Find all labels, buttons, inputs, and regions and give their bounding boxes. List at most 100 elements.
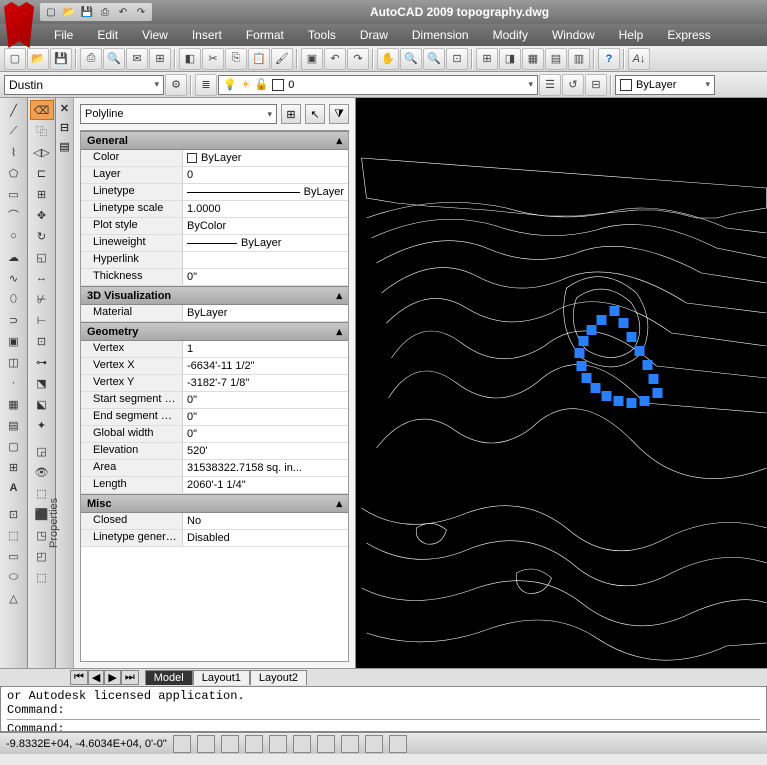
prop-closed-value[interactable]: No xyxy=(183,513,348,529)
layer-combo[interactable]: 💡 ☀ 🔓 0 xyxy=(218,75,538,95)
grid-toggle[interactable] xyxy=(197,735,215,753)
command-line[interactable]: or Autodesk licensed application. Comman… xyxy=(0,686,767,732)
prop-linetype-value[interactable]: ByLayer xyxy=(183,184,348,200)
pline-tool[interactable]: ⌇ xyxy=(2,142,26,162)
new-icon[interactable]: ▢ xyxy=(43,4,59,20)
save-button[interactable]: 💾 xyxy=(50,48,72,70)
menu-draw[interactable]: Draw xyxy=(348,26,400,44)
lwt-toggle[interactable] xyxy=(365,735,383,753)
ellipse-tool[interactable]: ⬯ xyxy=(2,289,26,309)
otrack-toggle[interactable] xyxy=(293,735,311,753)
extend-tool[interactable]: ⊢ xyxy=(30,310,54,330)
xline-tool[interactable]: ⟋ xyxy=(2,121,26,141)
menu-insert[interactable]: Insert xyxy=(180,26,234,44)
chamfer-tool[interactable]: ⬔ xyxy=(30,373,54,393)
print-button[interactable]: ⎙ xyxy=(80,48,102,70)
prop-color-value[interactable]: ByLayer xyxy=(183,150,348,166)
tab-nav-first[interactable]: ⏮ xyxy=(70,670,88,685)
menu-view[interactable]: View xyxy=(130,26,180,44)
toggle-pickadd-icon[interactable]: ⊞ xyxy=(281,104,301,124)
properties-menu-icon[interactable]: ▤ xyxy=(59,140,69,153)
prop-vertexy-value[interactable]: -3182'-7 1/8" xyxy=(183,375,348,391)
hatch-tool[interactable]: ▦ xyxy=(2,394,26,414)
prop-vertexx-value[interactable]: -6634'-11 1/2" xyxy=(183,358,348,374)
layer-manager-icon[interactable]: ≣ xyxy=(195,74,217,96)
view-icon[interactable]: 👁 xyxy=(30,462,54,482)
pan-button[interactable]: ✋ xyxy=(377,48,399,70)
zoom-win-button[interactable]: ⊡ xyxy=(446,48,468,70)
osnap-toggle[interactable] xyxy=(269,735,287,753)
properties-button[interactable]: ⊞ xyxy=(476,48,498,70)
open-icon[interactable]: 📂 xyxy=(61,4,77,20)
explode-tool[interactable]: ✦ xyxy=(30,415,54,435)
table-tool[interactable]: ⊞ xyxy=(2,457,26,477)
workspace-icon[interactable]: ⊡ xyxy=(2,504,26,524)
menu-edit[interactable]: Edit xyxy=(85,26,130,44)
coordinates-readout[interactable]: -9.8332E+04, -4.6034E+04, 0'-0" xyxy=(6,738,167,750)
section-general[interactable]: General▴ xyxy=(81,131,348,150)
erase-tool[interactable]: ⌫ xyxy=(30,100,54,120)
array-tool[interactable]: ⊞ xyxy=(30,184,54,204)
box-icon[interactable]: ▭ xyxy=(2,546,26,566)
zoom-prev-button[interactable]: 🔍 xyxy=(423,48,445,70)
menu-express[interactable]: Express xyxy=(655,26,722,44)
model-viewport[interactable] xyxy=(356,98,767,668)
prop-vertex-value[interactable]: 1 xyxy=(183,341,348,357)
prop-material-value[interactable]: ByLayer xyxy=(183,305,348,321)
tab-model[interactable]: Model xyxy=(145,670,193,685)
print-icon[interactable]: ⎙ xyxy=(97,4,113,20)
block-button[interactable]: ▣ xyxy=(301,48,323,70)
insert-tool[interactable]: ▣ xyxy=(2,331,26,351)
copy-tool[interactable]: ⿻ xyxy=(30,121,54,141)
prop-ltscale-value[interactable]: 1.0000 xyxy=(183,201,348,217)
section-3dviz[interactable]: 3D Visualization▴ xyxy=(81,286,348,305)
ducs-toggle[interactable] xyxy=(317,735,335,753)
arc-tool[interactable]: ⌒ xyxy=(2,205,26,225)
point-tool[interactable]: · xyxy=(2,373,26,393)
new-button[interactable]: ▢ xyxy=(4,48,26,70)
prop-elev-value[interactable]: 520' xyxy=(183,443,348,459)
help-icon[interactable]: ? xyxy=(598,48,620,70)
tool-palette-button[interactable]: ▦ xyxy=(522,48,544,70)
prop-plotstyle-value[interactable]: ByColor xyxy=(183,218,348,234)
zoom-rt-button[interactable]: 🔍 xyxy=(400,48,422,70)
layer-states-icon[interactable]: ☰ xyxy=(539,74,561,96)
plot-button[interactable]: ⊞ xyxy=(149,48,171,70)
properties-pin-icon[interactable]: ⊟ xyxy=(60,121,69,134)
style-combo[interactable]: Dustin xyxy=(4,75,164,95)
qp-toggle[interactable] xyxy=(389,735,407,753)
cone-icon[interactable]: △ xyxy=(2,588,26,608)
sheet-set-button[interactable]: ◧ xyxy=(179,48,201,70)
design-center-button[interactable]: ◨ xyxy=(499,48,521,70)
textstyle-icon[interactable]: A↓ xyxy=(628,48,650,70)
layer-prev-icon[interactable]: ↺ xyxy=(562,74,584,96)
copy-button[interactable]: ⎘ xyxy=(225,48,247,70)
tab-nav-prev[interactable]: ◀ xyxy=(88,670,104,685)
join-tool[interactable]: ⊶ xyxy=(30,352,54,372)
snap-toggle[interactable] xyxy=(173,735,191,753)
match-button[interactable]: 🖌 xyxy=(271,48,293,70)
menu-tools[interactable]: Tools xyxy=(296,26,348,44)
ucs-icon[interactable]: ◲ xyxy=(30,441,54,461)
prop-thickness-value[interactable]: 0" xyxy=(183,269,348,285)
region-tool[interactable]: ▢ xyxy=(2,436,26,456)
rectangle-tool[interactable]: ▭ xyxy=(2,184,26,204)
prop-lineweight-value[interactable]: ByLayer xyxy=(183,235,348,251)
prop-layer-value[interactable]: 0 xyxy=(183,167,348,183)
line-tool[interactable]: ╱ xyxy=(2,100,26,120)
tab-nav-last[interactable]: ⏭ xyxy=(121,670,139,685)
move-tool[interactable]: ✥ xyxy=(30,205,54,225)
style-manage-icon[interactable]: ⚙ xyxy=(165,74,187,96)
block-tool[interactable]: ◫ xyxy=(2,352,26,372)
cylinder-icon[interactable]: ⬭ xyxy=(2,567,26,587)
section-misc[interactable]: Misc▴ xyxy=(81,494,348,513)
polar-toggle[interactable] xyxy=(245,735,263,753)
selection-type-combo[interactable]: Polyline xyxy=(80,104,277,124)
prop-ltgen-value[interactable]: Disabled xyxy=(183,530,348,546)
open-button[interactable]: 📂 xyxy=(27,48,49,70)
prop-gw-value[interactable]: 0" xyxy=(183,426,348,442)
offset-tool[interactable]: ⊏ xyxy=(30,163,54,183)
cut-button[interactable]: ✂ xyxy=(202,48,224,70)
color-combo[interactable]: ByLayer xyxy=(615,75,715,95)
menu-file[interactable]: File xyxy=(42,26,85,44)
